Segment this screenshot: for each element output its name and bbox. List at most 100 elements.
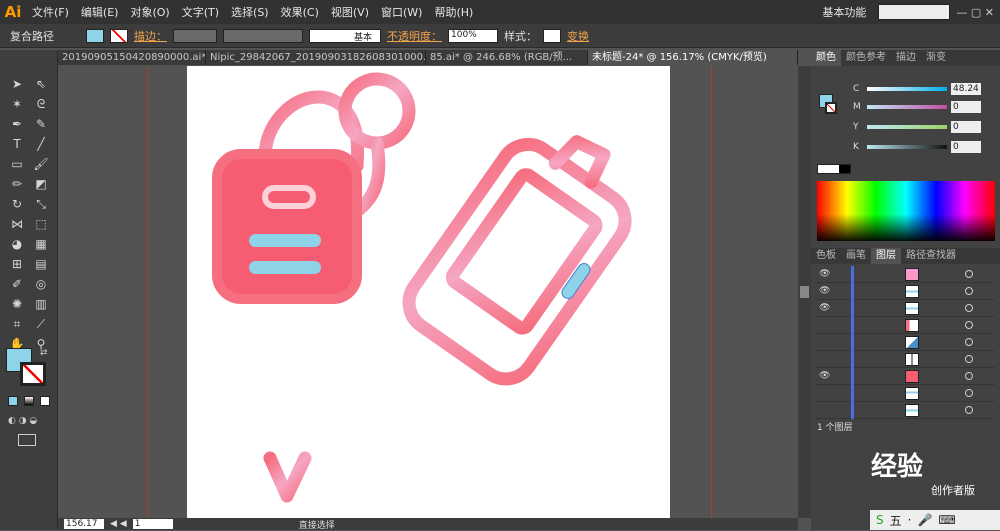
shape-builder-icon[interactable]: ◕ [6, 234, 28, 254]
right-panel-dock: 颜色 颜色参考 描边 渐变 C 48.24 M 0 Y 0 K 0 色板 画笔 … [811, 50, 1000, 530]
column-graph-icon[interactable]: ▥ [30, 294, 52, 314]
artboard-tool-icon[interactable]: ⌗ [6, 314, 28, 334]
stroke-weight-dropdown[interactable] [173, 28, 217, 43]
tab-doc-4[interactable]: 未标题-24* @ 156.17% (CMYK/预览) [588, 50, 798, 65]
slider-cyan[interactable]: C 48.24 [853, 82, 993, 96]
layer-row[interactable] [815, 317, 995, 334]
menu-help[interactable]: 帮助(H) [428, 4, 479, 20]
menu-effect[interactable]: 效果(C) [275, 4, 325, 20]
document-tabs: 20190905150420890000.ai* Nipic_29842067_… [58, 50, 798, 65]
layer-row[interactable]: 👁 [815, 368, 995, 385]
eye-icon: 👁 [819, 371, 831, 381]
vertical-scrollbar[interactable] [798, 66, 811, 518]
slider-magenta[interactable]: M 0 [853, 100, 993, 114]
style-swatch[interactable] [543, 28, 561, 43]
scale-icon[interactable]: ⤡ [30, 194, 52, 214]
artboard[interactable] [187, 66, 670, 518]
car-key-illustration[interactable] [187, 66, 670, 518]
rectangle-tool-icon[interactable]: ▭ [6, 154, 28, 174]
workspace-switcher[interactable]: 基本功能 [816, 4, 872, 20]
free-transform-icon[interactable]: ⬚ [30, 214, 52, 234]
tab-layers[interactable]: 图层 [871, 248, 901, 264]
stroke-color-box[interactable] [20, 362, 46, 386]
color-mode-icon[interactable] [8, 396, 18, 406]
current-tool-label: 直接选择 [298, 520, 335, 531]
opacity-label[interactable]: 不透明度： [387, 28, 442, 44]
pen-tool-icon[interactable]: ✒ [6, 114, 28, 134]
stroke-label[interactable]: 描边： [134, 28, 167, 44]
tab-stroke[interactable]: 描边 [891, 50, 921, 66]
pencil-icon[interactable]: ✏ [6, 174, 28, 194]
tab-doc-2[interactable]: Nipic_29842067_20190903182608301000.ai* [206, 50, 426, 65]
slice-tool-icon[interactable]: ⟋ [30, 314, 52, 334]
layer-row[interactable] [815, 351, 995, 368]
layer-row[interactable]: 👁 [815, 300, 995, 317]
mesh-icon[interactable]: ⊞ [6, 254, 28, 274]
tab-pathfinder[interactable]: 路径查找器 [901, 248, 961, 264]
menu-file[interactable]: 文件(F) [26, 4, 75, 20]
panel-stroke-swatch[interactable] [825, 102, 837, 114]
eraser-icon[interactable]: ◩ [30, 174, 52, 194]
symbol-sprayer-icon[interactable]: ✺ [6, 294, 28, 314]
zoom-input[interactable]: 156.17 [64, 519, 104, 529]
lasso-icon[interactable]: ᘓ [30, 94, 52, 114]
bleed-guide-left [147, 66, 148, 518]
menu-object[interactable]: 对象(O) [124, 4, 175, 20]
direct-selection-tool-icon[interactable]: ⇖ [30, 74, 52, 94]
stroke-swatch[interactable] [110, 28, 128, 43]
layer-row[interactable] [815, 402, 995, 419]
menu-window[interactable]: 窗口(W) [375, 4, 428, 20]
menu-bar: Ai 文件(F) 编辑(E) 对象(O) 文字(T) 选择(S) 效果(C) 视… [0, 0, 1000, 24]
selection-tool-icon[interactable]: ➤ [6, 74, 28, 94]
width-tool-icon[interactable]: ⋈ [6, 214, 28, 234]
tab-gradient[interactable]: 渐变 [921, 50, 951, 66]
gradient-mode-icon[interactable] [24, 396, 34, 406]
layer-row[interactable]: 👁 [815, 283, 995, 300]
ime-toolbar[interactable]: S 五 · 🎤 ⌨ [870, 510, 1000, 530]
ime-logo-icon: S [876, 513, 884, 527]
opacity-input[interactable]: 100% [448, 28, 498, 43]
style-label: 样式： [504, 29, 537, 43]
perspective-grid-icon[interactable]: ▦ [30, 234, 52, 254]
none-white-black-swatches[interactable] [817, 164, 851, 174]
tab-color-guide[interactable]: 颜色参考 [841, 50, 891, 66]
object-type-label: 复合路径 [10, 29, 54, 43]
curvature-icon[interactable]: ✎ [30, 114, 52, 134]
draw-mode-icon[interactable]: ◐ ◑ ◒ [8, 416, 48, 426]
layer-row[interactable] [815, 385, 995, 402]
none-mode-icon[interactable] [40, 396, 50, 406]
transform-link[interactable]: 变换 [567, 28, 589, 44]
type-tool-icon[interactable]: T [6, 134, 28, 154]
artboard-number[interactable]: 1 [132, 519, 173, 529]
blend-icon[interactable]: ◎ [30, 274, 52, 294]
app-logo: Ai [4, 3, 22, 21]
menu-select[interactable]: 选择(S) [225, 4, 275, 20]
fill-swatch[interactable] [86, 28, 104, 43]
color-spectrum[interactable] [817, 181, 995, 241]
layer-row[interactable]: 👁 [815, 266, 995, 283]
eyedropper-icon[interactable]: ✐ [6, 274, 28, 294]
screen-mode-icon[interactable] [18, 434, 36, 446]
tab-doc-3[interactable]: 85.ai* @ 246.68% (RGB/预... [426, 50, 588, 65]
menu-edit[interactable]: 编辑(E) [75, 4, 125, 20]
variable-width-dropdown[interactable] [223, 28, 303, 43]
rotate-icon[interactable]: ↻ [6, 194, 28, 214]
menu-type[interactable]: 文字(T) [176, 4, 225, 20]
stroke-style-dropdown[interactable]: 基本 [309, 28, 381, 43]
slider-black[interactable]: K 0 [853, 140, 993, 154]
search-input[interactable] [878, 4, 951, 20]
swap-fill-stroke-icon[interactable]: ⇄ [40, 348, 48, 358]
tab-swatches[interactable]: 色板 [811, 248, 841, 264]
tab-color[interactable]: 颜色 [811, 50, 841, 66]
tab-brushes[interactable]: 画笔 [841, 248, 871, 264]
window-controls[interactable]: — ▢ ✕ [956, 6, 994, 19]
magic-wand-icon[interactable]: ✶ [6, 94, 28, 114]
line-tool-icon[interactable]: ╱ [30, 134, 52, 154]
tab-doc-1[interactable]: 20190905150420890000.ai* [58, 50, 206, 65]
paintbrush-icon[interactable]: 🖌 [30, 154, 52, 174]
layer-row[interactable] [815, 334, 995, 351]
artboard-nav[interactable]: ◀ ◀ [110, 519, 127, 529]
menu-view[interactable]: 视图(V) [325, 4, 375, 20]
gradient-icon[interactable]: ▤ [30, 254, 52, 274]
slider-yellow[interactable]: Y 0 [853, 120, 993, 134]
